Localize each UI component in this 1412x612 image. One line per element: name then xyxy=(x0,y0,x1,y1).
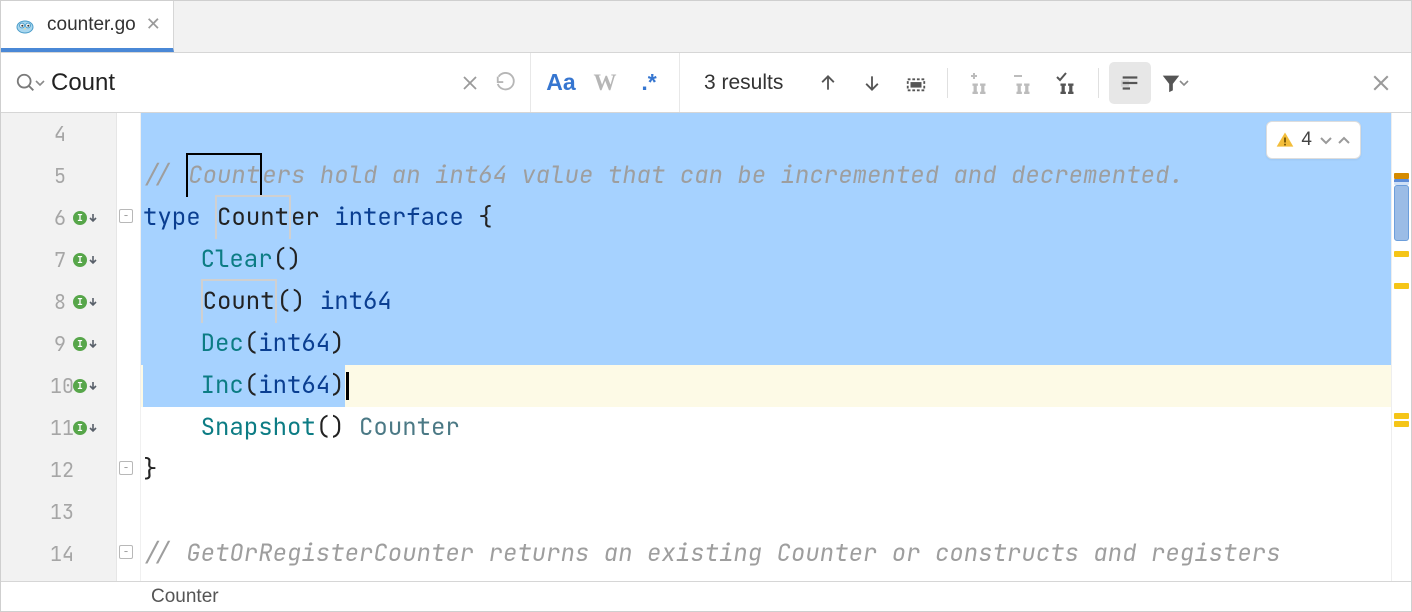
caret xyxy=(346,372,349,400)
svg-text:I I: I I xyxy=(1017,81,1029,95)
warnings-count: 4 xyxy=(1301,119,1312,161)
fold-column: − − − xyxy=(117,113,141,581)
results-count: 3 results xyxy=(680,71,807,95)
code-text: () xyxy=(316,407,345,449)
fold-start-icon[interactable]: − xyxy=(119,545,133,559)
svg-text:I I: I I xyxy=(973,81,985,95)
search-options: Aa W .* xyxy=(531,53,680,112)
breadcrumb[interactable]: Counter xyxy=(1,581,1411,611)
implements-icon[interactable]: I xyxy=(73,211,98,225)
gutter-line[interactable]: 13 xyxy=(1,491,116,533)
gutter-line[interactable]: 12 xyxy=(1,449,116,491)
scroll-thumb[interactable] xyxy=(1394,185,1409,241)
search-nav: I I I I I I xyxy=(807,62,1195,104)
gutter-line[interactable]: 9 I xyxy=(1,323,116,365)
implements-icon[interactable]: I xyxy=(73,337,98,351)
code-text: () xyxy=(273,239,302,281)
implements-icon[interactable]: I xyxy=(73,295,98,309)
code-text: int64 xyxy=(305,281,391,323)
search-match: Count xyxy=(215,195,291,241)
breadcrumb-item[interactable]: Counter xyxy=(151,586,219,608)
close-search-icon[interactable] xyxy=(1359,61,1403,105)
marker[interactable] xyxy=(1394,283,1409,289)
search-input[interactable] xyxy=(45,65,452,101)
add-selection-icon[interactable]: I I xyxy=(958,62,1000,104)
gutter-line[interactable]: 10 I xyxy=(1,365,116,407)
gutter-line[interactable]: 14 xyxy=(1,533,116,575)
code-text: ) xyxy=(330,365,344,407)
search-icon[interactable] xyxy=(15,72,45,94)
code-text: int64 xyxy=(258,323,330,365)
code-text: { xyxy=(464,197,493,239)
gutter: 4 5 6 I 7 I 8 I 9 I 10 I 11 I 12 13 14 xyxy=(1,113,117,581)
gutter-line[interactable]: 6 I xyxy=(1,197,116,239)
fold-start-icon[interactable]: − xyxy=(119,209,133,223)
marker[interactable] xyxy=(1394,251,1409,257)
filter-icon[interactable] xyxy=(1153,62,1195,104)
code-text: ers hold an int64 value that can be incr… xyxy=(262,155,1184,197)
chevron-down-icon[interactable] xyxy=(1318,132,1334,148)
search-bar: Aa W .* 3 results I I I I I I xyxy=(1,53,1411,113)
search-field xyxy=(1,53,531,112)
implements-icon[interactable]: I xyxy=(73,379,98,393)
code-text: Clear xyxy=(201,239,273,281)
code-text: Snapshot xyxy=(201,407,316,449)
tab-filename: counter.go xyxy=(47,14,136,36)
editor: 4 5 6 I 7 I 8 I 9 I 10 I 11 I 12 13 14 −… xyxy=(1,113,1411,581)
warnings-indicator[interactable]: 4 xyxy=(1266,121,1361,159)
code-text: } xyxy=(143,449,157,491)
search-match: Count xyxy=(186,153,262,199)
select-all-icon[interactable]: I I xyxy=(1046,62,1088,104)
marker[interactable] xyxy=(1394,421,1409,427)
code-text: type xyxy=(143,197,201,239)
regex-toggle[interactable]: .* xyxy=(627,63,671,103)
code-text: ( xyxy=(244,323,258,365)
code-text: ) xyxy=(330,323,344,365)
code-text: // GetOrRegisterCounter returns an exist… xyxy=(143,533,1281,575)
gutter-line[interactable]: 4 xyxy=(1,113,116,155)
history-icon[interactable] xyxy=(488,65,524,101)
next-match-icon[interactable] xyxy=(851,62,893,104)
go-file-icon xyxy=(13,13,37,37)
search-match: Count xyxy=(201,279,277,325)
select-all-occurrences-icon[interactable] xyxy=(895,62,937,104)
file-tab[interactable]: counter.go ✕ xyxy=(1,1,174,52)
code-text: Inc xyxy=(201,365,244,407)
tab-bar: counter.go ✕ xyxy=(1,1,1411,53)
marker[interactable] xyxy=(1394,413,1409,419)
chevron-up-icon[interactable] xyxy=(1336,132,1352,148)
fold-end-icon[interactable]: − xyxy=(119,461,133,475)
match-case-toggle[interactable]: Aa xyxy=(539,63,583,103)
divider xyxy=(947,68,948,98)
gutter-line[interactable]: 8 I xyxy=(1,281,116,323)
code-text: interface xyxy=(334,197,464,239)
code-text: () xyxy=(277,281,306,323)
prev-match-icon[interactable] xyxy=(807,62,849,104)
svg-text:I I: I I xyxy=(1061,81,1073,95)
gutter-line[interactable]: 11 I xyxy=(1,407,116,449)
clear-search-icon[interactable] xyxy=(452,65,488,101)
code-area[interactable]: // Counters hold an int64 value that can… xyxy=(141,113,1391,581)
divider xyxy=(1098,68,1099,98)
remove-selection-icon[interactable]: I I xyxy=(1002,62,1044,104)
close-icon[interactable]: ✕ xyxy=(146,14,161,35)
implements-icon[interactable]: I xyxy=(73,253,98,267)
code-text: er xyxy=(291,197,320,239)
code-text: int64 xyxy=(258,365,330,407)
gutter-line[interactable]: 5 xyxy=(1,155,116,197)
code-text: ( xyxy=(244,365,258,407)
code-text: Counter xyxy=(345,407,460,449)
words-toggle[interactable]: W xyxy=(583,63,627,103)
find-in-selection-icon[interactable] xyxy=(1109,62,1151,104)
code-text: // xyxy=(143,155,186,197)
warning-icon xyxy=(1275,130,1295,150)
implements-icon[interactable]: I xyxy=(73,421,98,435)
code-text: Dec xyxy=(201,323,244,365)
gutter-line[interactable]: 7 I xyxy=(1,239,116,281)
marker-strip[interactable] xyxy=(1391,113,1411,581)
